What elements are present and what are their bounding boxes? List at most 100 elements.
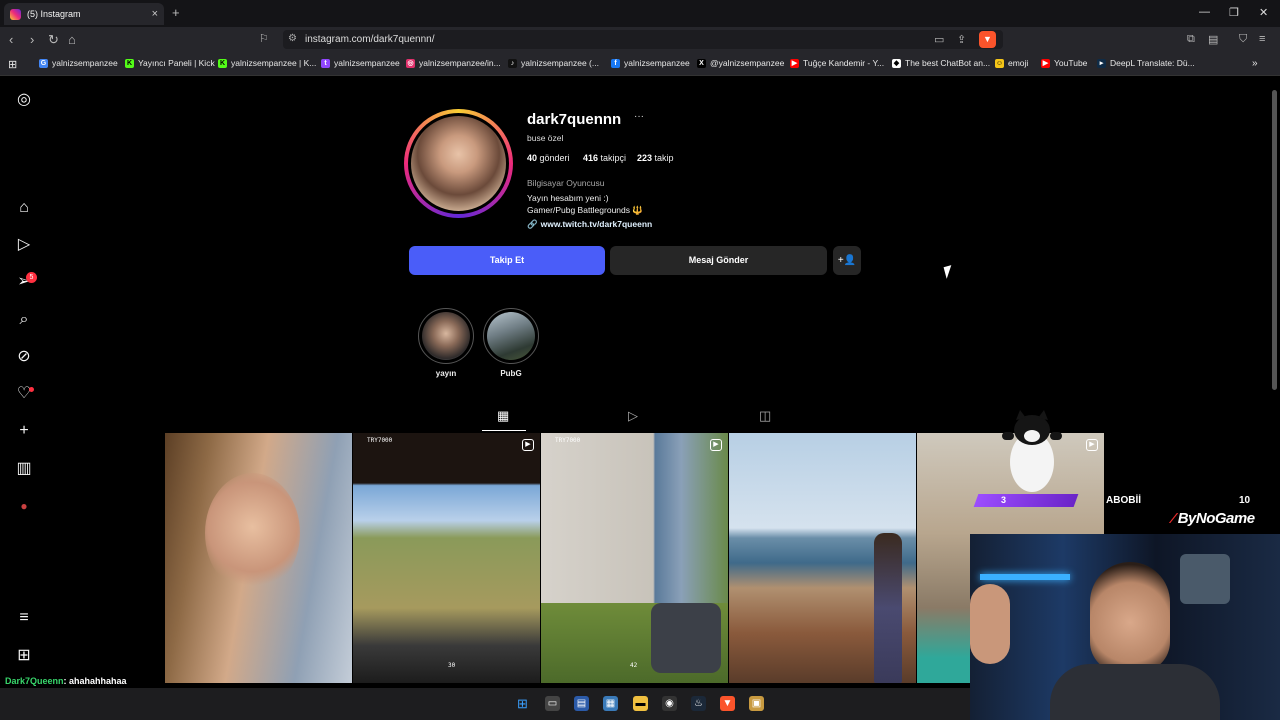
streamer-body <box>1050 664 1220 720</box>
ammo-count: 30 <box>448 662 456 669</box>
bookmark-item[interactable]: ▶ Tuğçe Kandemir - Y... <box>790 58 884 68</box>
forward-icon[interactable]: › <box>30 32 34 47</box>
tagged-tab-icon[interactable]: ◫ <box>759 408 771 424</box>
message-button[interactable]: Mesaj Gönder <box>610 246 827 275</box>
post-thumbnail[interactable]: TRY7000 ▶ 30 <box>353 433 540 683</box>
file-explorer-icon[interactable]: ▬ <box>633 696 648 711</box>
bookmark-item[interactable]: Gyalnizsempanzee <box>39 58 118 68</box>
restore-icon[interactable]: ❐ <box>1229 6 1239 19</box>
dashboard-icon[interactable]: ▥ <box>14 459 34 479</box>
sidebar-toggle-icon[interactable]: ▤ <box>1208 33 1218 46</box>
posts-stat: 40 gönderi <box>527 153 570 163</box>
bookmark-page-icon[interactable]: ⚐ <box>259 32 269 45</box>
brave-shields-icon[interactable]: ▼ <box>979 31 996 48</box>
reel-indicator-icon: ▶ <box>710 439 722 451</box>
profile-link[interactable]: 🔗 www.twitch.tv/dark7queenn <box>527 219 652 230</box>
highlight-item[interactable]: yayın <box>418 308 474 378</box>
menu-icon[interactable]: ≡ <box>1259 33 1265 45</box>
bookmark-item[interactable]: Kyalnizsempanzee | K... <box>218 58 316 68</box>
task-view-icon[interactable]: ▭ <box>545 696 560 711</box>
instagram-icon: ◎ <box>406 58 415 68</box>
new-tab-button[interactable]: + <box>172 5 180 20</box>
bookmark-item[interactable]: K Yayıncı Paneli | Kick <box>125 58 215 68</box>
highlight-item[interactable]: PubG <box>483 308 539 378</box>
bookmark-item[interactable]: ☺ emoji <box>995 58 1028 68</box>
bookmark-label: emoji <box>1008 58 1029 68</box>
chat-message: Dark7Queenn: ahahahhahaa <box>5 676 127 686</box>
home-nav-icon[interactable]: ⌂ <box>14 198 34 218</box>
stream-scoreboard-score: 10 <box>1239 495 1251 506</box>
notification-badge: 5 <box>26 272 37 283</box>
bookmark-item[interactable]: X @yalnizsempanzee <box>697 58 784 68</box>
minimize-icon[interactable]: — <box>1199 6 1210 18</box>
url-field[interactable]: ⚙ instagram.com/dark7quennn/ <box>283 30 1003 49</box>
emoji-icon: ☺ <box>995 58 1004 68</box>
bookmarks-bar: ⊞ Gyalnizsempanzee K Yayıncı Paneli | Kic… <box>0 52 1280 76</box>
close-window-icon[interactable]: ✕ <box>1259 6 1268 19</box>
suggested-users-button[interactable]: +👤 <box>833 246 861 275</box>
address-toolbar: ‹ › ↻ ⌂ ⚐ ⚙ instagram.com/dark7quennn/ ▭… <box>0 27 1280 52</box>
bookmark-item[interactable]: ◆ The best ChatBot an... <box>892 58 990 68</box>
post-thumbnail[interactable] <box>729 433 916 683</box>
site-settings-icon[interactable]: ⚙ <box>288 33 297 44</box>
bookmark-item[interactable]: t yalnizsempanzee <box>321 58 400 68</box>
reels-nav-icon[interactable]: ▷ <box>14 235 34 255</box>
more-menu-icon[interactable]: ≡ <box>14 608 34 628</box>
back-icon[interactable]: ‹ <box>9 32 13 47</box>
bookmark-label: yalnizsempanzee | K... <box>231 58 317 68</box>
vpn-shield-icon[interactable]: ⛉ <box>1239 33 1247 46</box>
followers-count: 416 <box>583 153 599 163</box>
wall-frame <box>1180 554 1230 604</box>
led-strip <box>980 574 1070 580</box>
extensions-icon[interactable]: ⧉ <box>1187 33 1195 46</box>
profile-avatar-icon[interactable]: ● <box>14 496 34 516</box>
bookmark-item[interactable]: ▶ YouTube <box>1041 58 1087 68</box>
steam-icon[interactable]: ♨ <box>691 696 706 711</box>
follow-button[interactable]: Takip Et <box>409 246 605 275</box>
bookmark-item[interactable]: ▸ DeepL Translate: Dü... <box>1097 58 1195 68</box>
app-icon[interactable]: ▤ <box>574 696 589 711</box>
tab-instagram[interactable]: (5) Instagram × <box>4 3 164 25</box>
url-text: instagram.com/dark7quennn/ <box>305 34 435 45</box>
options-icon[interactable]: ··· <box>634 111 644 122</box>
bookmark-item[interactable]: f yalnizsempanzee <box>611 58 690 68</box>
instagram-logo-icon[interactable]: ◎ <box>14 90 34 110</box>
app-icon[interactable]: ▣ <box>749 696 764 711</box>
cast-icon[interactable]: ▭ <box>934 33 944 46</box>
home-icon[interactable]: ⌂ <box>68 32 76 47</box>
bookmark-label: yalnizsempanzee <box>624 58 690 68</box>
search-nav-icon[interactable]: ⌕ <box>14 310 34 330</box>
reels-tab-icon[interactable]: ▷ <box>628 408 638 424</box>
youtube-icon: ▶ <box>1041 58 1050 68</box>
brave-taskbar-icon[interactable]: ▼ <box>720 696 735 711</box>
windows-start-icon[interactable]: ⊞ <box>515 696 530 711</box>
post-thumbnail[interactable]: TRY7000 ▶ 42 <box>541 433 728 683</box>
profile-avatar[interactable] <box>408 113 509 214</box>
streamer-hand <box>970 584 1010 664</box>
tab-bar: (5) Instagram × + — ❐ ✕ <box>0 0 1280 27</box>
explore-nav-icon[interactable]: ⊘ <box>14 347 34 367</box>
followers-stat[interactable]: 416 takipçi <box>583 153 626 163</box>
also-from-meta-icon[interactable]: ⊞ <box>14 646 34 666</box>
posts-label: gönderi <box>539 153 570 163</box>
post-thumbnail[interactable] <box>165 433 352 683</box>
bookmark-item[interactable]: ♪ yalnizsempanzee (... <box>508 58 599 68</box>
chat-text: : ahahahhahaa <box>63 676 127 686</box>
share-icon[interactable]: ⇪ <box>957 33 966 46</box>
close-tab-icon[interactable]: × <box>152 8 158 20</box>
sponsor-name: ByNoGame <box>1177 510 1255 527</box>
apps-grid-icon[interactable]: ⊞ <box>8 58 17 71</box>
post-gun <box>651 603 721 673</box>
obs-icon[interactable]: ◉ <box>662 696 677 711</box>
following-stat[interactable]: 223 takip <box>637 153 674 163</box>
bookmark-label: Tuğçe Kandemir - Y... <box>803 58 885 68</box>
gallery-icon[interactable]: ▦ <box>603 696 618 711</box>
profile-username: dark7quennn <box>527 111 622 128</box>
page-scrollbar[interactable] <box>1272 90 1277 390</box>
create-plus-icon[interactable]: + <box>14 421 34 441</box>
twitch-icon: t <box>321 58 330 68</box>
reload-icon[interactable]: ↻ <box>48 32 59 48</box>
bookmark-item[interactable]: ◎ yalnizsempanzee/in... <box>406 58 501 68</box>
posts-grid-tab-icon[interactable]: ▦ <box>497 408 509 424</box>
more-bookmarks-icon[interactable]: » <box>1252 58 1258 69</box>
